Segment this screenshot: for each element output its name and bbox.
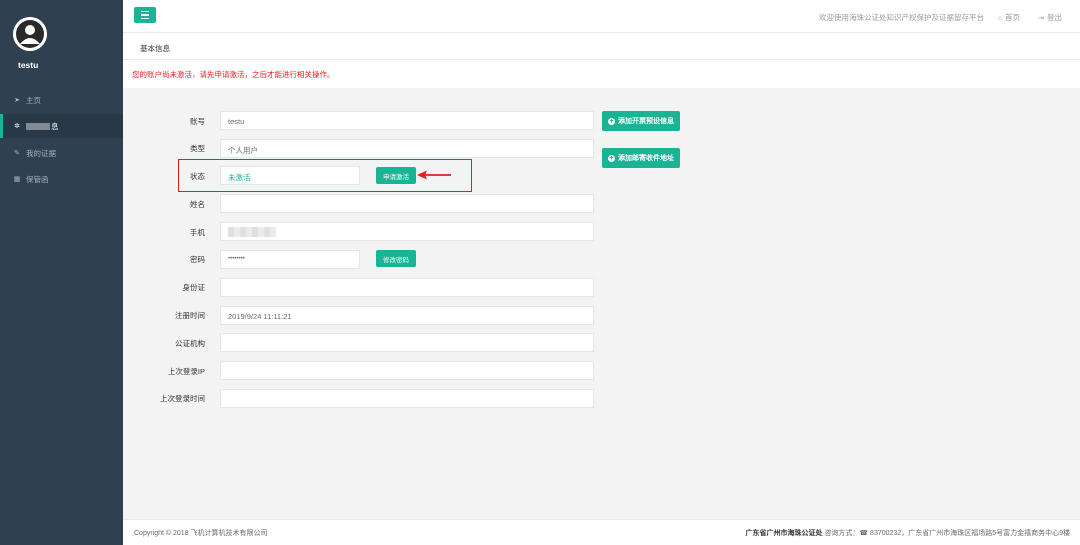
last-time-field[interactable] (220, 389, 594, 408)
sidebar-item-label: 我的证据 (26, 148, 56, 158)
activation-alert: 您的账户尚未激活，请先申请激活，之后才能进行相关操作。 (132, 70, 335, 79)
home-icon: ⌂ (997, 15, 1002, 22)
last-ip-label: 上次登录IP (167, 367, 205, 376)
avatar[interactable] (13, 17, 47, 51)
copyright-text: Copyright © 2018 飞机计算机技术有限公司 (134, 530, 268, 537)
notary-field[interactable] (220, 333, 594, 352)
blurred-phone (228, 227, 276, 238)
account-label: 账号 (190, 117, 205, 126)
gear-icon: ✲ (14, 123, 20, 130)
welcome-text: 欢迎使用海珠公证处知识产权保护及证据留存平台 (819, 13, 984, 22)
plus-circle-icon: + (608, 154, 615, 162)
last-time-label: 上次登录时间 (160, 394, 205, 403)
home-link[interactable]: ⌂ 首页 (998, 12, 1020, 23)
add-mail-address-button[interactable]: + 添加邮寄收件地址 (602, 148, 680, 168)
sidebar-item-label: 息 (51, 121, 59, 131)
menu-toggle-button[interactable] (134, 7, 156, 23)
page-title: 基本信息 (140, 44, 170, 53)
change-password-button[interactable]: 修改密码 (376, 250, 416, 267)
top-navbar: 欢迎使用海珠公证处知识产权保护及证据留存平台 ⌂ 首页 ⇥ 登出 (123, 0, 1080, 33)
org-name: 广东省广州市海珠公证处 (745, 530, 823, 537)
username: testu (18, 60, 39, 70)
last-ip-field[interactable] (220, 361, 594, 380)
paper-plane-icon: ➤ (14, 97, 20, 104)
logout-icon: ⇥ (1038, 15, 1044, 22)
hamburger-icon (141, 11, 149, 13)
register-time-field[interactable]: 2019/9/24 11:11:21 (220, 306, 594, 325)
highlight-box (178, 159, 472, 192)
sidebar-item-label: 保管函 (26, 174, 49, 184)
blurred-text (26, 122, 50, 130)
idcard-label: 身份证 (182, 283, 206, 292)
breadcrumb: 基本信息 (123, 33, 1080, 60)
table-icon: ▦ (13, 176, 21, 183)
wrench-icon: ✎ (14, 150, 20, 157)
account-field[interactable]: testu (220, 111, 594, 130)
name-field[interactable] (220, 194, 594, 213)
sidebar-item-label: 主页 (26, 95, 41, 105)
logout-link[interactable]: ⇥ 登出 (1038, 12, 1062, 23)
phone-label: 手机 (190, 228, 205, 237)
alert-banner: 您的账户尚未激活，请先申请激活，之后才能进行相关操作。 (123, 60, 1080, 88)
phone-field[interactable] (220, 222, 594, 241)
sidebar-item-home[interactable]: ➤ 主页 (0, 88, 123, 112)
password-field[interactable]: •••••••• (220, 250, 360, 269)
sidebar: testu ➤ 主页 ✲ 息 ✎ 我的证据 ▦ 保管函 (0, 0, 123, 545)
contact-info: 广东省广州市海珠公证处 咨询方式：☎ 83700232，广东省广州市海珠区福场路… (745, 528, 1070, 538)
contact-details: 咨询方式：☎ 83700232，广东省广州市海珠区福场路5号富力金禧商务中心9楼 (822, 530, 1070, 537)
name-label: 姓名 (190, 200, 205, 209)
idcard-field[interactable] (220, 278, 594, 297)
register-time-label: 注册时间 (175, 311, 205, 320)
password-label: 密码 (190, 255, 205, 264)
type-label: 类型 (190, 144, 205, 153)
notary-label: 公证机构 (175, 339, 205, 348)
add-invoice-button[interactable]: + 添加开票预设信息 (602, 111, 680, 131)
user-icon (13, 17, 47, 51)
profile: testu (0, 0, 123, 86)
type-field[interactable]: 个人用户 (220, 139, 594, 158)
footer: Copyright © 2018 飞机计算机技术有限公司 广东省广州市海珠公证处… (123, 519, 1080, 545)
plus-circle-icon: + (608, 117, 615, 125)
